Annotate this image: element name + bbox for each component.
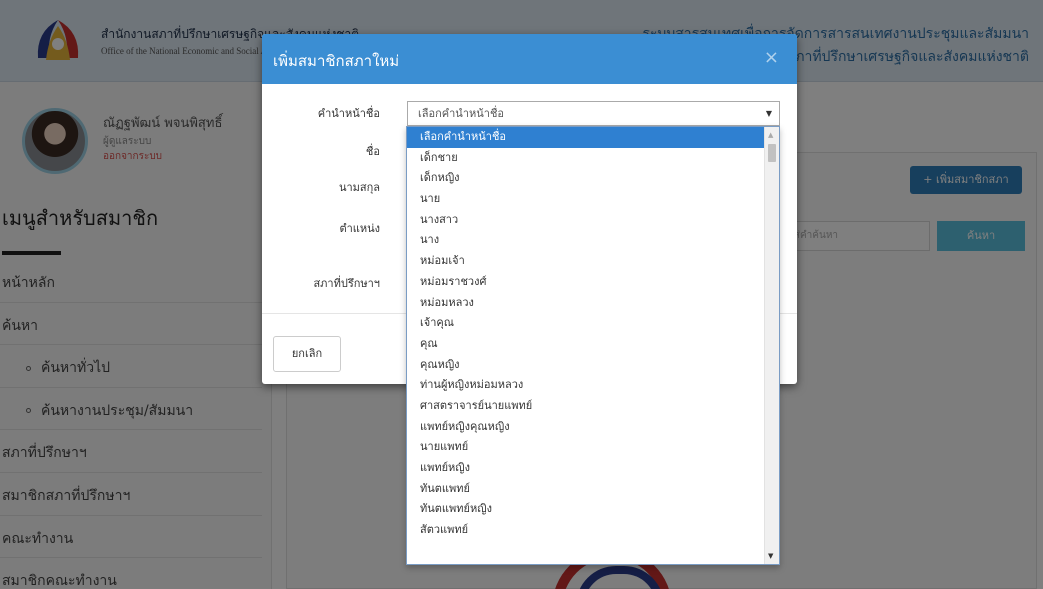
prefix-option[interactable]: คุณ: [407, 334, 765, 355]
prefix-option[interactable]: คุณหญิง: [407, 355, 765, 376]
scroll-up-icon[interactable]: ▲: [768, 131, 773, 139]
prefix-option[interactable]: เด็กชาย: [407, 148, 765, 169]
position-label: ตำแหน่ง: [339, 222, 380, 235]
prefix-options: เลือกคำนำหน้าชื่อ เด็กชาย เด็กหญิง นาย นางสา…: [407, 127, 765, 541]
modal-title: เพิ่มสมาชิกสภาใหม่: [273, 52, 400, 70]
prefix-option[interactable]: นาง: [407, 230, 765, 251]
first-name-label: ชื่อ: [365, 145, 380, 158]
last-name-label: นามสกุล: [338, 181, 380, 194]
modal-header: เพิ่มสมาชิกสภาใหม่ ×: [262, 34, 797, 84]
prefix-option[interactable]: เลือกคำนำหน้าชื่อ: [407, 127, 765, 148]
prefix-dropdown-list[interactable]: เลือกคำนำหน้าชื่อ เด็กชาย เด็กหญิง นาย นางสา…: [406, 126, 780, 565]
prefix-option[interactable]: ศาสตราจารย์นายแพทย์: [407, 396, 765, 417]
prefix-option[interactable]: หม่อมราชวงศ์: [407, 272, 765, 293]
prefix-option[interactable]: หม่อมหลวง: [407, 293, 765, 314]
prefix-option[interactable]: เด็กหญิง: [407, 168, 765, 189]
prefix-option[interactable]: แพทย์หญิงคุณหญิง: [407, 417, 765, 438]
prefix-select[interactable]: เลือกคำนำหน้าชื่อ ▼: [407, 101, 780, 126]
prefix-option[interactable]: สัตวแพทย์: [407, 520, 765, 541]
prefix-select-value: เลือกคำนำหน้าชื่อ: [418, 107, 505, 120]
prefix-option[interactable]: เจ้าคุณ: [407, 313, 765, 334]
scroll-down-icon[interactable]: ▼: [768, 552, 773, 560]
dropdown-scrollbar[interactable]: ▲ ▼: [764, 127, 779, 564]
prefix-option[interactable]: นาย: [407, 189, 765, 210]
cancel-button[interactable]: ยกเลิก: [273, 336, 341, 372]
prefix-option[interactable]: แพทย์หญิง: [407, 458, 765, 479]
caret-down-icon: ▼: [765, 109, 772, 118]
close-icon[interactable]: ×: [764, 47, 779, 68]
prefix-option[interactable]: ทันตแพทย์: [407, 479, 765, 500]
prefix-option[interactable]: หม่อมเจ้า: [407, 251, 765, 272]
prefix-option[interactable]: นายแพทย์: [407, 437, 765, 458]
prefix-option[interactable]: ทันตแพทย์หญิง: [407, 499, 765, 520]
scroll-thumb[interactable]: [768, 144, 776, 162]
prefix-label: คำนำหน้าชื่อ: [317, 107, 380, 120]
council-label: สภาที่ปรึกษาฯ: [313, 277, 380, 290]
prefix-option[interactable]: ท่านผู้หญิงหม่อมหลวง: [407, 375, 765, 396]
prefix-option[interactable]: นางสาว: [407, 210, 765, 231]
